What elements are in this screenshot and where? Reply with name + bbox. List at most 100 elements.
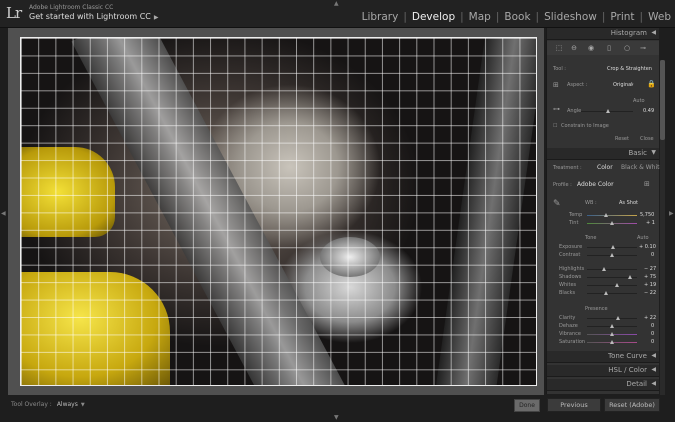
angle-label: Angle [567,108,582,114]
previous-button[interactable]: Previous [547,398,601,412]
clarity-label: Clarity [559,315,576,321]
detail-header[interactable]: Detail ◀ [547,379,659,391]
basic-header[interactable]: Basic ▼ [547,148,659,160]
contrast-slider-thumb[interactable] [610,253,614,257]
profile-browser-icon[interactable]: ⊞ [644,180,650,188]
constrain-checkbox[interactable]: ☐ [553,123,557,129]
tool-value: Crop & Straighten [607,66,652,72]
right-panel: Histogram ◀ ⬚ ⊖ ◉ ▯ ○ ⊸ Tool : Crop & Str… [546,28,663,394]
module-picker: Library | Develop | Map | Book | Slideshow | … [362,11,671,23]
radial-filter-icon[interactable]: ○ [623,44,631,52]
dropdown-icon[interactable]: ▼ [81,402,85,408]
clarity-value[interactable]: + 22 [644,315,656,321]
collapse-left-icon[interactable]: ◀ [1,210,6,217]
whites-value[interactable]: + 19 [644,282,656,288]
tone-curve-header[interactable]: Tone Curve ◀ [547,351,659,363]
collapse-icon[interactable]: ◀ [651,29,656,36]
lock-icon[interactable]: 🔒 [647,80,656,88]
module-book[interactable]: Book [504,11,530,23]
crop-frame-icon[interactable]: ⊞ [553,81,559,89]
temp-value[interactable]: 5,750 [640,212,654,218]
crop-overlay-icon[interactable]: ⬚ [555,44,563,52]
bottom-toolbar: Tool Overlay : Always ▼ Done [8,398,544,414]
treatment-bw-button[interactable]: Black & White [621,164,663,171]
tint-value[interactable]: + 1 [646,220,655,226]
module-web[interactable]: Web [648,11,671,23]
tool-overlay-select[interactable]: Tool Overlay : Always ▼ [11,401,85,408]
blacks-value[interactable]: − 22 [644,290,656,296]
angle-slider-thumb[interactable] [606,109,610,113]
presence-label: Presence [585,306,608,312]
shadows-value[interactable]: + 75 [644,274,656,280]
play-icon: ▶ [153,14,159,21]
promo-text[interactable]: Get started with Lightroom CC [29,12,151,21]
panel-scrollbar[interactable] [660,60,665,395]
straighten-tool-icon[interactable]: ⊶ [553,105,560,113]
treatment-color-button[interactable]: Color [597,164,613,171]
blacks-slider-thumb[interactable] [604,291,608,295]
lightroom-logo: Lr [6,4,22,22]
exposure-slider-thumb[interactable] [611,245,615,249]
graduated-filter-icon[interactable]: ▯ [605,44,613,52]
shadows-label: Shadows [559,274,582,280]
wb-value[interactable]: As Shot [619,200,638,206]
collapse-right-icon[interactable]: ▶ [669,210,674,217]
highlights-value[interactable]: − 27 [644,266,656,272]
module-map[interactable]: Map [469,11,491,23]
saturation-value[interactable]: 0 [651,339,654,345]
collapse-icon[interactable]: ◀ [651,380,656,387]
tint-slider-thumb[interactable] [610,221,614,225]
dehaze-slider-thumb[interactable] [610,324,614,328]
histogram-header[interactable]: Histogram ◀ [547,28,659,40]
profile-value[interactable]: Adobe Color [577,181,614,188]
auto-straighten-button[interactable]: Auto [633,98,645,104]
done-button[interactable]: Done [514,399,540,412]
blacks-slider[interactable] [587,293,637,294]
module-library[interactable]: Library [362,11,399,23]
red-eye-icon[interactable]: ◉ [587,44,595,52]
collapse-icon[interactable]: ▼ [651,149,656,156]
crop-grid-overlay[interactable] [20,37,537,386]
whites-slider-thumb[interactable] [615,283,619,287]
module-slideshow[interactable]: Slideshow [544,11,597,23]
highlights-slider[interactable] [587,269,637,270]
reset-adobe-button[interactable]: Reset (Adobe) [604,398,660,412]
collapse-icon[interactable]: ◀ [651,366,656,373]
close-crop-button[interactable]: Close [640,136,654,142]
bottom-buttons: Previous Reset (Adobe) [547,398,660,412]
photo-canvas[interactable] [8,28,544,395]
hsl-header[interactable]: HSL / Color ◀ [547,365,659,377]
dropdown-icon[interactable]: ▾ [611,181,614,187]
collapse-bottom-icon[interactable]: ▼ [334,414,339,421]
clarity-slider[interactable] [587,318,637,319]
vibrance-value[interactable]: 0 [651,331,654,337]
angle-value[interactable]: 0.49 [643,108,654,114]
dropdown-icon[interactable]: ▾ [631,82,634,88]
collapse-icon[interactable]: ◀ [651,352,656,359]
reset-crop-button[interactable]: Reset [615,136,629,142]
scrollbar-thumb[interactable] [660,60,665,140]
saturation-slider-thumb[interactable] [610,340,614,344]
eyedropper-icon[interactable]: ✎ [553,199,561,209]
vibrance-slider-thumb[interactable] [610,332,614,336]
module-separator: | [403,11,407,23]
module-print[interactable]: Print [610,11,634,23]
exposure-value[interactable]: + 0.10 [639,244,656,250]
profile-label: Profile : [553,182,572,188]
temp-slider[interactable] [587,215,637,216]
collapse-top-icon[interactable]: ▲ [334,0,339,7]
tone-auto-button[interactable]: Auto [637,235,649,241]
whites-slider[interactable] [587,285,637,286]
temp-slider-thumb[interactable] [604,213,608,217]
aspect-value[interactable]: Original [613,82,633,88]
contrast-value[interactable]: 0 [651,252,654,258]
module-develop[interactable]: Develop [412,11,455,23]
shadows-slider-thumb[interactable] [628,275,632,279]
tool-overlay-value[interactable]: Always [57,401,78,408]
get-started-link[interactable]: Get started with Lightroom CC ▶ [29,12,159,21]
clarity-slider-thumb[interactable] [616,316,620,320]
dehaze-value[interactable]: 0 [651,323,654,329]
spot-removal-icon[interactable]: ⊖ [570,44,578,52]
adjustment-brush-icon[interactable]: ⊸ [639,44,647,52]
highlights-slider-thumb[interactable] [602,267,606,271]
